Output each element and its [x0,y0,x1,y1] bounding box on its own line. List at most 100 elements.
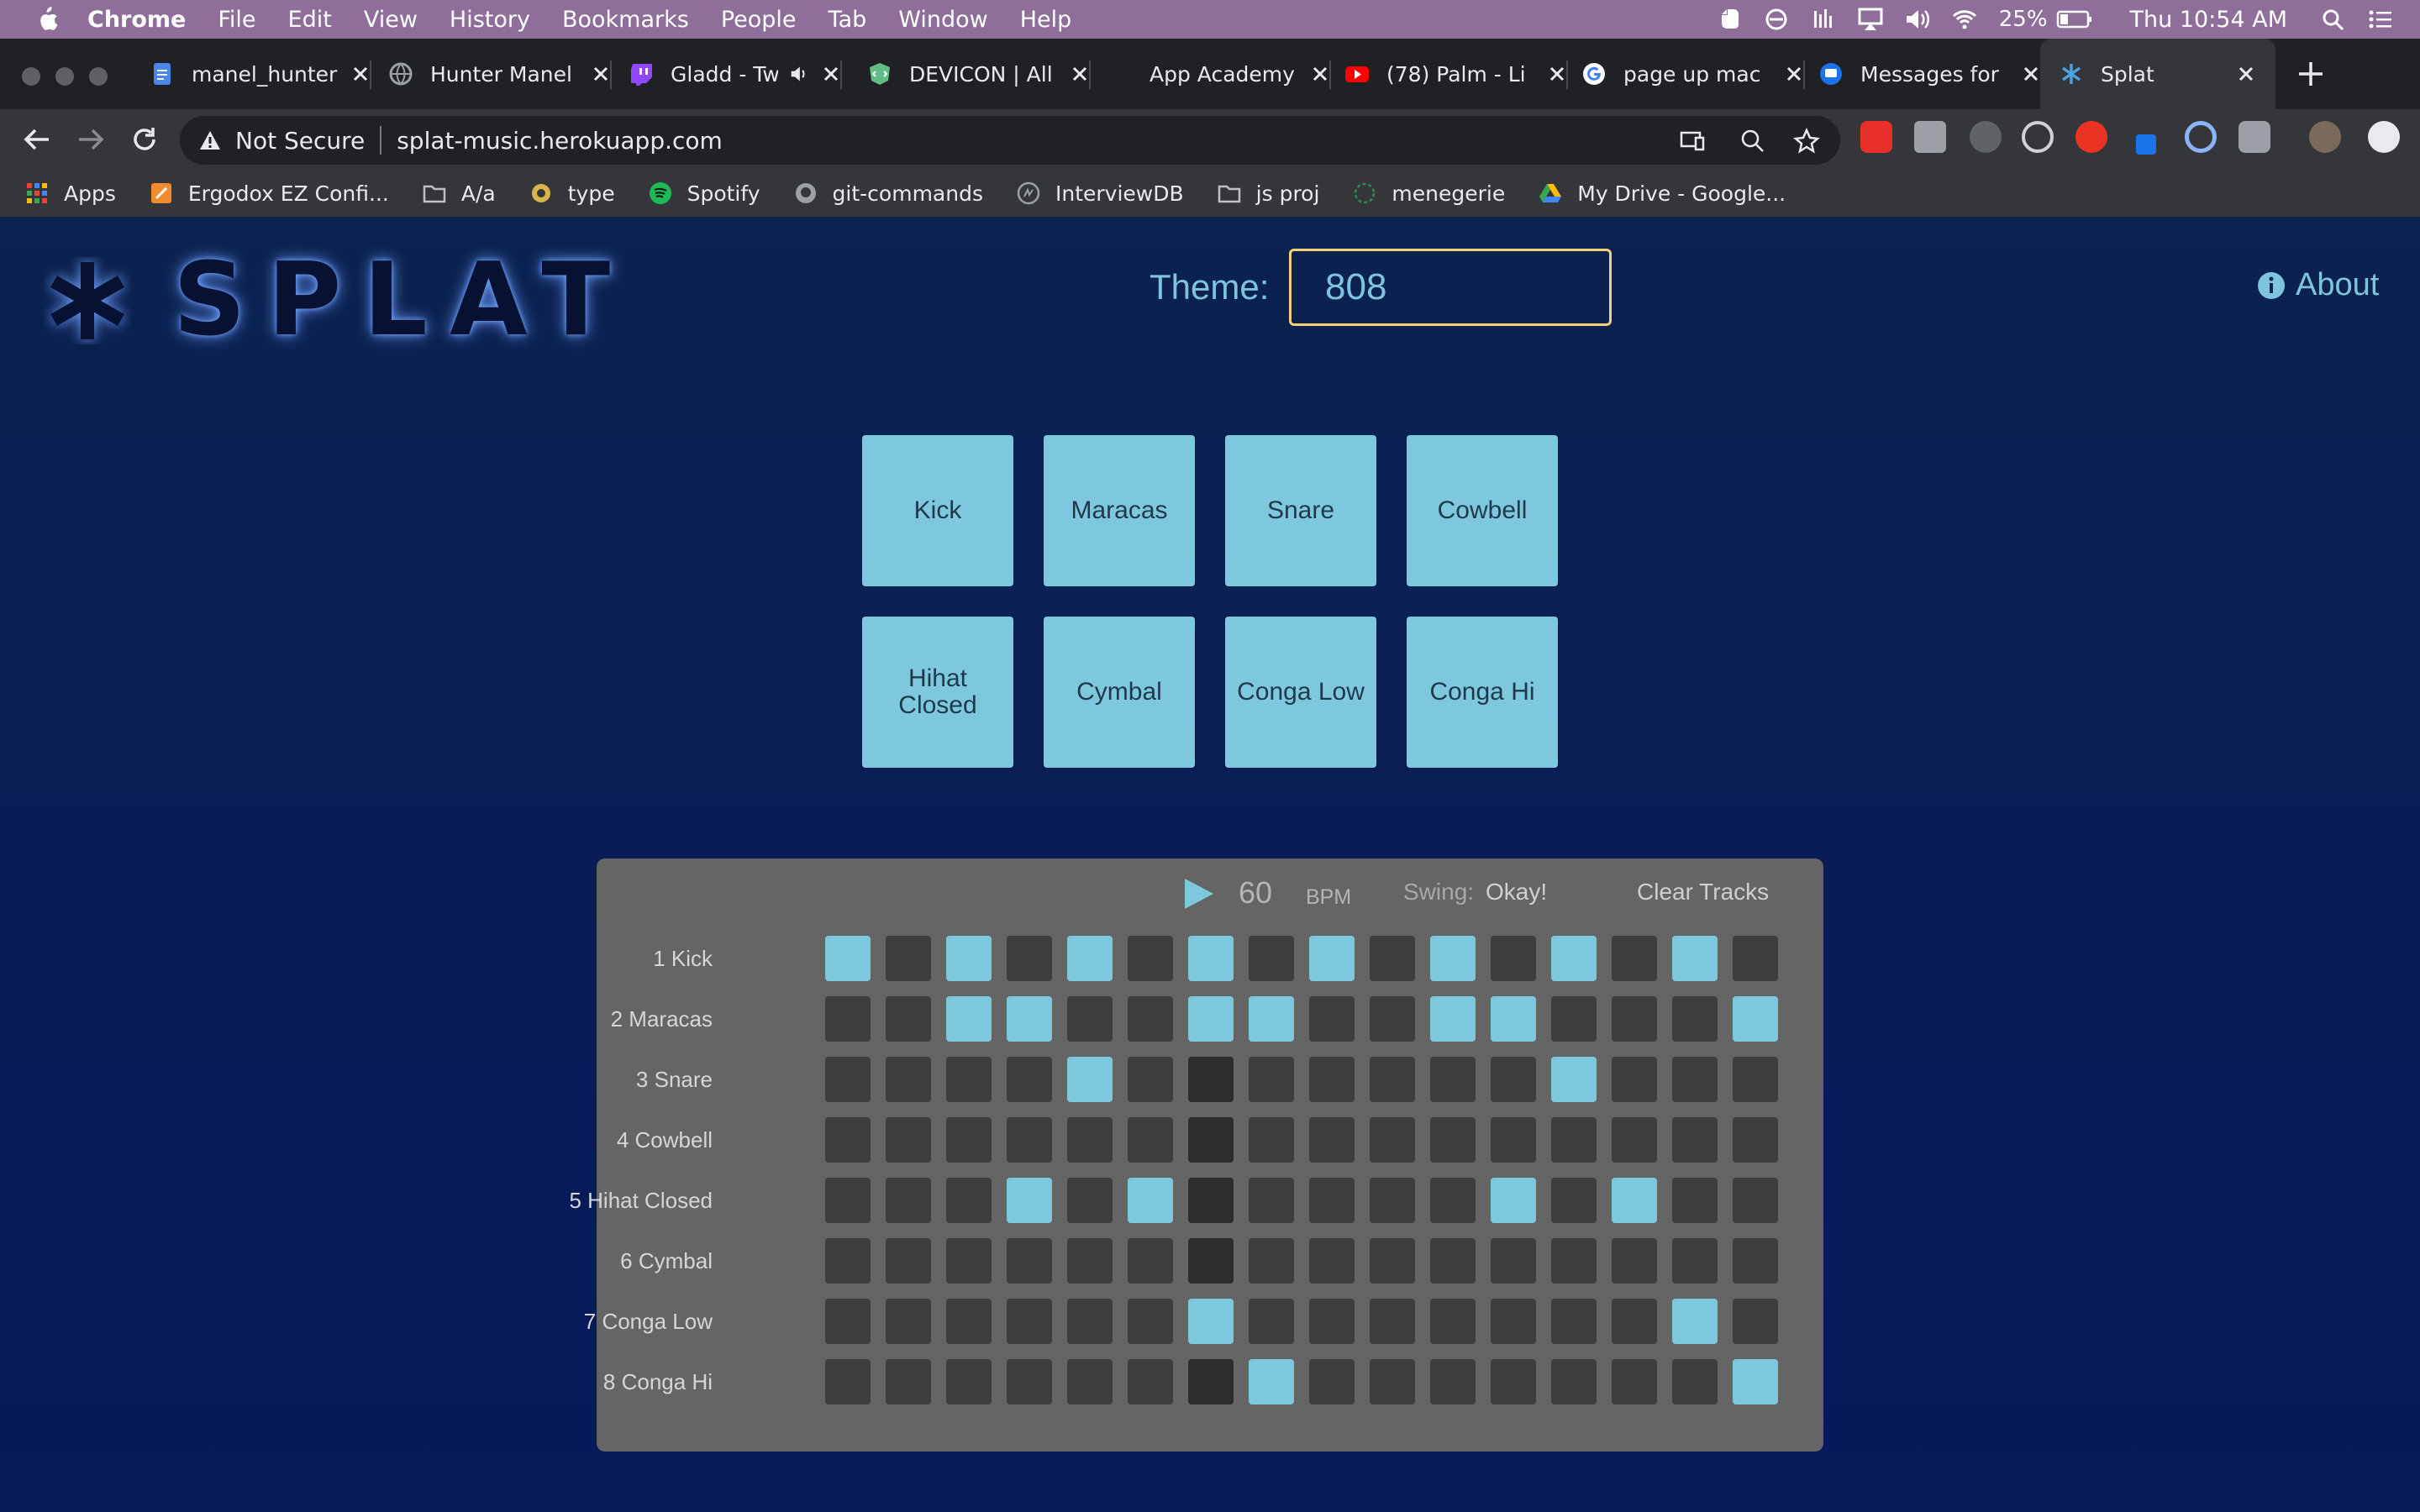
warning-triangle-icon[interactable] [198,129,222,152]
step-cell[interactable] [1067,1117,1113,1163]
step-cell[interactable] [1733,1299,1778,1344]
step-cell[interactable] [1491,996,1536,1042]
step-cell[interactable] [1551,1299,1597,1344]
bookmark-apps[interactable]: Apps [25,181,116,206]
step-cell[interactable] [825,1359,871,1404]
step-cell[interactable] [1551,1117,1597,1163]
bookmark-star-icon[interactable] [1793,128,1820,155]
step-cell[interactable] [1612,1359,1657,1404]
step-cell[interactable] [1491,1117,1536,1163]
step-cell[interactable] [1249,936,1294,981]
tab-google-search[interactable]: page up mac [1581,39,1805,109]
step-cell[interactable] [1733,936,1778,981]
step-cell[interactable] [1067,1057,1113,1102]
address-bar[interactable]: Not Secure splat-music.herokuapp.com [180,116,1840,165]
theme-input[interactable] [1289,249,1612,326]
step-cell[interactable] [1370,936,1415,981]
step-cell[interactable] [1067,996,1113,1042]
step-cell[interactable] [1491,1299,1536,1344]
profile-avatar[interactable] [2309,121,2341,153]
pad-hihat-closed[interactable]: Hihat Closed [862,617,1013,768]
ublock-extension-icon[interactable] [1860,121,1892,153]
step-cell[interactable] [1612,996,1657,1042]
bookmark-menegerie[interactable]: menegerie [1353,181,1505,206]
step-cell[interactable] [1612,1238,1657,1284]
extension-youtube-icon[interactable] [2075,121,2107,153]
menu-bookmarks[interactable]: Bookmarks [562,7,689,33]
step-cell[interactable] [886,996,931,1042]
step-cell[interactable] [1430,936,1476,981]
pad-snare[interactable]: Snare [1225,435,1376,586]
step-cell[interactable] [1612,1178,1657,1223]
step-cell[interactable] [886,1117,931,1163]
step-cell[interactable] [1188,1299,1234,1344]
step-cell[interactable] [946,1359,992,1404]
step-cell[interactable] [1007,1299,1052,1344]
reload-icon[interactable] [128,123,161,156]
step-cell[interactable] [1612,936,1657,981]
step-cell[interactable] [1491,1178,1536,1223]
menu-file[interactable]: File [218,7,255,33]
extension-o-icon[interactable] [2185,121,2217,153]
step-cell[interactable] [1733,1178,1778,1223]
step-cell[interactable] [1188,1238,1234,1284]
menu-edit[interactable]: Edit [288,7,332,33]
bookmark-spotify[interactable]: Spotify [649,181,760,206]
step-cell[interactable] [1007,936,1052,981]
step-cell[interactable] [1370,1359,1415,1404]
step-cell[interactable] [1491,1057,1536,1102]
step-cell[interactable] [946,1178,992,1223]
step-cell[interactable] [1007,1057,1052,1102]
tab-close-icon[interactable] [1783,63,1805,85]
tab-close-icon[interactable] [590,63,612,85]
menubar-clock[interactable]: Thu 10:54 AM [2130,7,2287,33]
step-cell[interactable] [825,1178,871,1223]
window-close-button[interactable] [22,67,40,86]
pad-conga-hi[interactable]: Conga Hi [1407,617,1558,768]
step-cell[interactable] [1672,1117,1718,1163]
play-icon[interactable] [1181,877,1215,911]
step-cell[interactable] [1007,1359,1052,1404]
tab-manel-hunter[interactable]: manel_hunter [148,39,371,109]
step-cell[interactable] [886,1238,931,1284]
window-zoom-button[interactable] [89,67,108,86]
step-cell[interactable] [1551,1359,1597,1404]
step-cell[interactable] [946,1057,992,1102]
menu-history[interactable]: History [450,7,530,33]
step-cell[interactable] [1491,1359,1536,1404]
step-cell[interactable] [946,1299,992,1344]
step-cell[interactable] [1128,1299,1173,1344]
step-cell[interactable] [1733,1238,1778,1284]
tab-close-icon[interactable] [350,63,371,85]
step-cell[interactable] [1612,1299,1657,1344]
tab-close-icon[interactable] [2020,63,2042,85]
step-cell[interactable] [886,1359,931,1404]
step-cell[interactable] [1430,1359,1476,1404]
step-cell[interactable] [1067,1178,1113,1223]
bookmark-interviewdb[interactable]: InterviewDB [1017,181,1184,206]
step-cell[interactable] [1491,1238,1536,1284]
chrome-menu-icon[interactable] [2368,121,2400,153]
tab-youtube-palm[interactable]: (78) Palm - Li [1344,39,1568,109]
step-cell[interactable] [1309,936,1355,981]
step-cell[interactable] [1309,1238,1355,1284]
step-cell[interactable] [946,936,992,981]
step-cell[interactable] [1430,1238,1476,1284]
battery-icon[interactable] [2056,8,2093,31]
step-cell[interactable] [1128,1057,1173,1102]
step-cell[interactable] [1007,1238,1052,1284]
step-cell[interactable] [1249,1178,1294,1223]
step-cell[interactable] [1067,936,1113,981]
step-cell[interactable] [1370,1057,1415,1102]
equalizer-icon[interactable] [1811,8,1836,31]
volume-icon[interactable] [1905,8,1930,31]
step-cell[interactable] [1551,936,1597,981]
step-cell[interactable] [1249,1238,1294,1284]
tab-close-icon[interactable] [1069,63,1091,85]
step-cell[interactable] [1128,1178,1173,1223]
menu-people[interactable]: People [721,7,797,33]
step-cell[interactable] [1430,996,1476,1042]
pad-maracas[interactable]: Maracas [1044,435,1195,586]
step-cell[interactable] [1309,996,1355,1042]
swing-value[interactable]: Okay! [1486,879,1547,906]
